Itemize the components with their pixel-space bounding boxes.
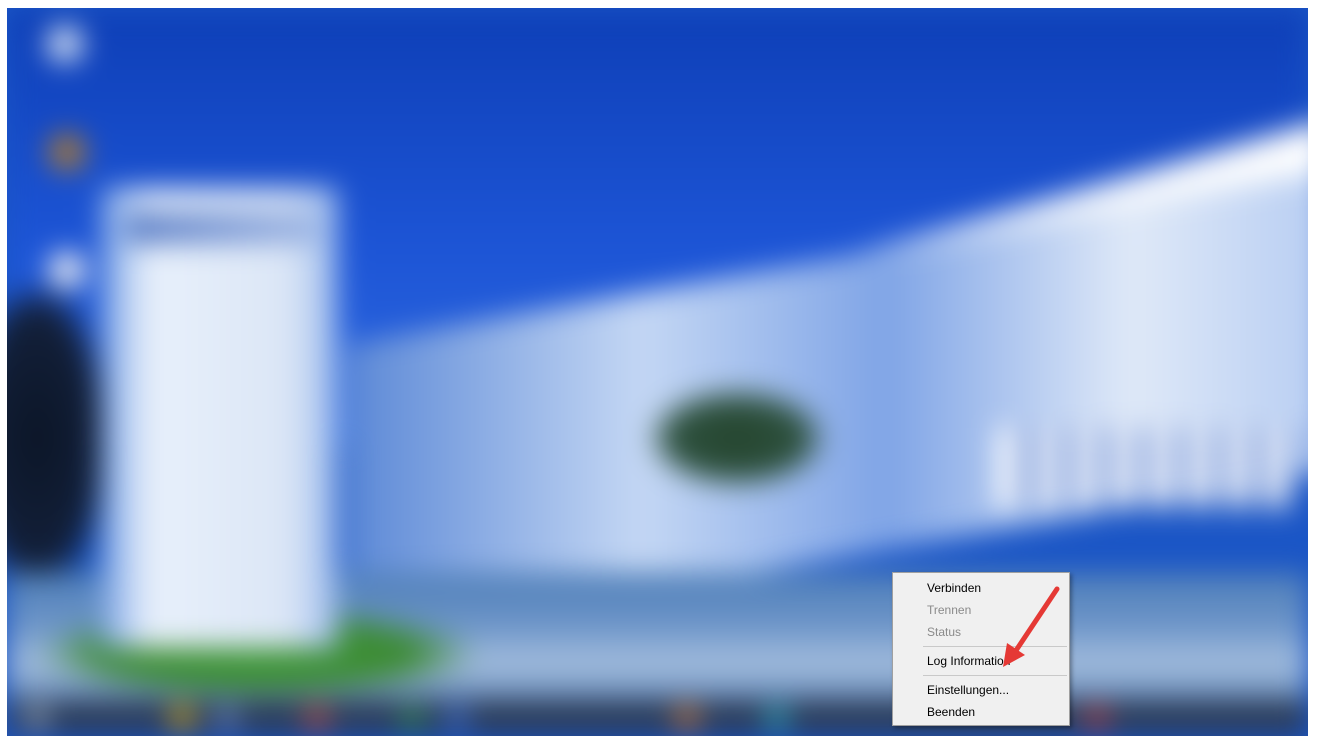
- menu-item-beenden[interactable]: Beenden: [893, 701, 1069, 723]
- wallpaper-photo: [7, 8, 1308, 736]
- desktop-wallpaper: [7, 8, 1308, 736]
- menu-separator: [923, 675, 1067, 676]
- menu-item-einstellungen[interactable]: Einstellungen...: [893, 679, 1069, 701]
- red-arrow-annotation-icon: [1003, 586, 1060, 667]
